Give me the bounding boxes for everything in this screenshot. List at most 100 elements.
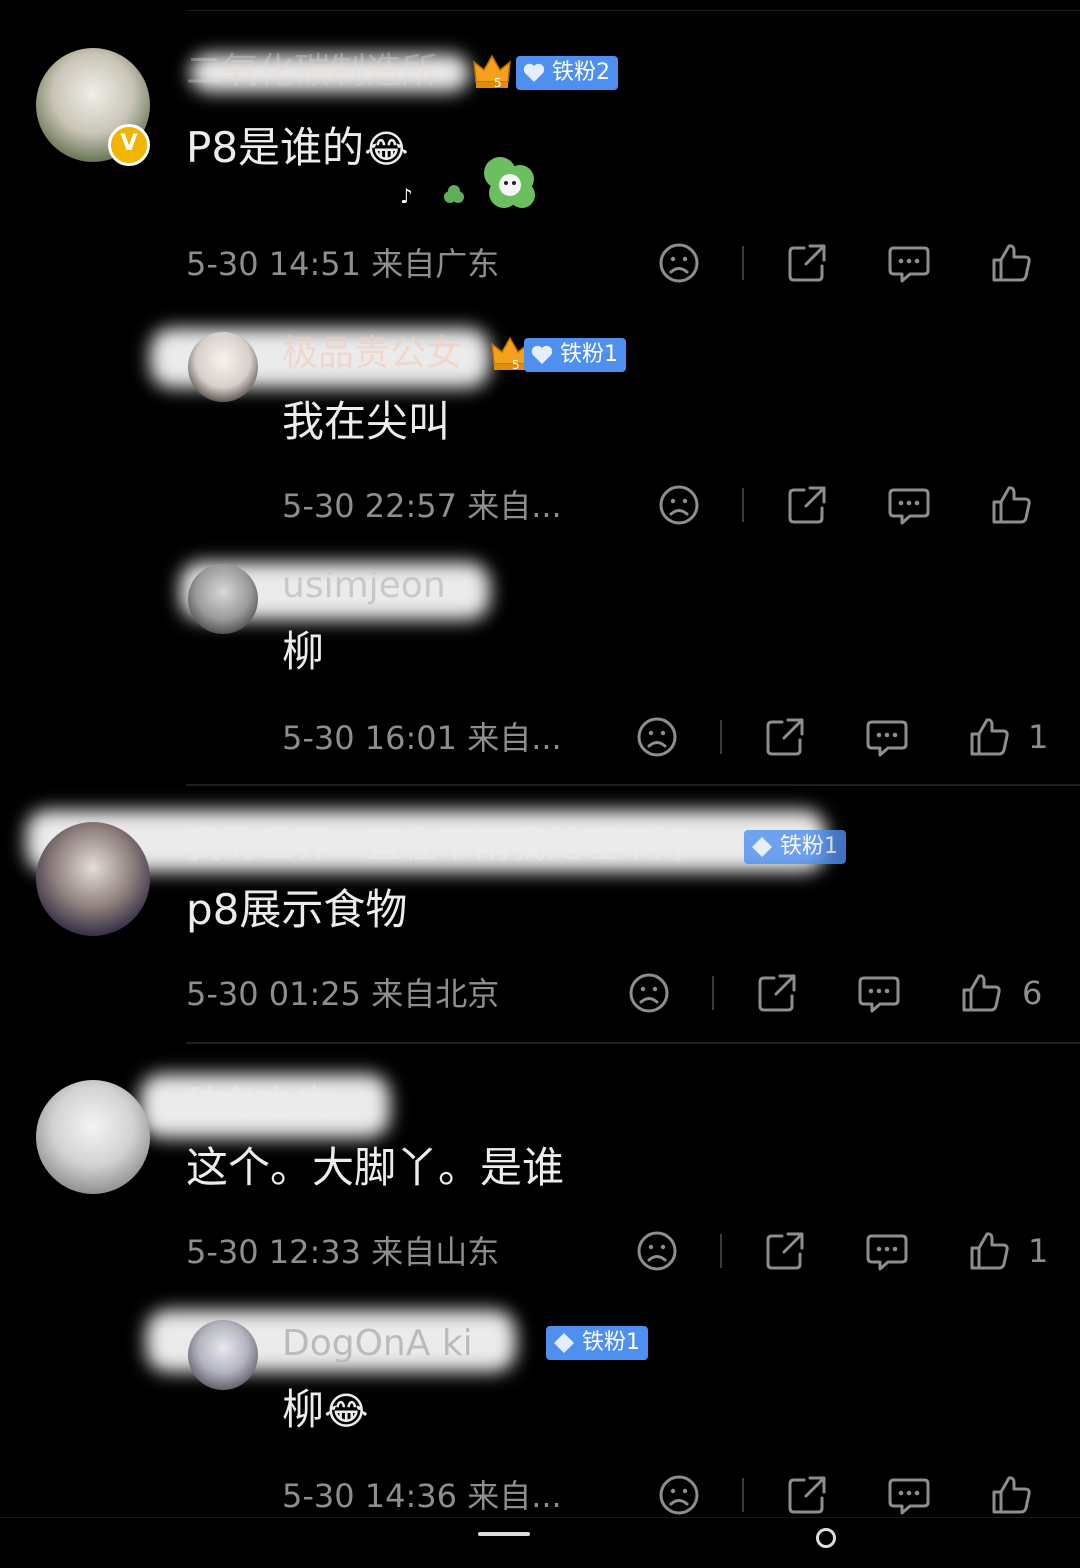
- heart-icon: [531, 345, 553, 364]
- sad-face-icon: [637, 717, 677, 757]
- action-bar: [656, 240, 1056, 286]
- comment-icon: [858, 976, 900, 1013]
- comment-icon: [888, 246, 930, 283]
- fan-badge: 铁粉2: [516, 56, 618, 90]
- timestamp: 5-30 14:51: [186, 245, 362, 283]
- like-button[interactable]: [966, 1228, 1012, 1274]
- comment-button[interactable]: [864, 714, 910, 760]
- like-button[interactable]: [958, 970, 1004, 1016]
- timestamp: 5-30 12:33: [186, 1233, 362, 1271]
- comment-text: 柳😂: [282, 1384, 368, 1437]
- avatar[interactable]: [188, 564, 258, 634]
- nav-dot-icon[interactable]: [816, 1528, 836, 1548]
- like-button[interactable]: [966, 714, 1012, 760]
- fan-badge: 铁粉1: [744, 830, 846, 864]
- comment-meta: 5-30 16:01 来自...: [282, 718, 562, 758]
- like-count: 1: [1028, 718, 1049, 756]
- share-icon: [788, 244, 826, 282]
- share-button[interactable]: [762, 714, 808, 760]
- badge-label: 铁粉1: [560, 342, 618, 367]
- svg-text:5: 5: [494, 76, 502, 90]
- separator: [712, 976, 714, 1010]
- sad-face-icon: [659, 485, 699, 525]
- dislike-button[interactable]: [634, 714, 680, 760]
- share-button[interactable]: [762, 1228, 808, 1274]
- comment-button[interactable]: [886, 1472, 932, 1518]
- comment-2: 我的世界一直在下雨我处理不好 铁粉1 p8展示食物 5-30 01:25 来自北…: [0, 790, 1080, 1040]
- verified-badge: V: [108, 124, 150, 166]
- like-button[interactable]: [988, 240, 1034, 286]
- sad-face-icon: [629, 973, 669, 1013]
- separator: [742, 1478, 744, 1512]
- dislike-button[interactable]: [626, 970, 672, 1016]
- separator: [742, 246, 744, 280]
- username[interactable]: 珀冬之痕: [186, 1082, 330, 1126]
- clover-sticker-icon: ♪: [400, 157, 535, 208]
- like-button[interactable]: [988, 1472, 1034, 1518]
- thumbs-up-icon: [992, 244, 1031, 282]
- dislike-button[interactable]: [656, 482, 702, 528]
- comment-text-body: P8是谁的: [186, 123, 365, 172]
- avatar[interactable]: [188, 332, 258, 402]
- username[interactable]: DogOnA ki: [282, 1322, 473, 1366]
- svg-text:♪: ♪: [400, 184, 413, 208]
- laughing-emoji-icon: 😂: [324, 1389, 369, 1433]
- fan-badge: 铁粉1: [546, 1326, 648, 1360]
- share-button[interactable]: [784, 482, 830, 528]
- nav-handle[interactable]: [478, 1532, 530, 1536]
- comment-text: p8展示食物: [186, 885, 408, 934]
- username[interactable]: 极品贵公女: [282, 332, 462, 376]
- timestamp: 5-30 14:36: [282, 1477, 458, 1515]
- comment-icon: [888, 488, 930, 525]
- avatar[interactable]: [36, 822, 150, 936]
- share-icon: [766, 718, 804, 756]
- username[interactable]: 二氧化碳制造所: [186, 50, 438, 94]
- location: 来自...: [467, 1477, 562, 1515]
- comment-meta: 5-30 12:33 来自山东: [186, 1232, 499, 1272]
- share-icon: [788, 486, 826, 524]
- location: 来自山东: [371, 1233, 500, 1271]
- crown-icon: 5: [473, 54, 511, 90]
- comment-meta: 5-30 22:57 来自...: [282, 486, 562, 526]
- comment-text: 这个。大脚丫。是谁: [186, 1143, 565, 1192]
- dislike-button[interactable]: [656, 1472, 702, 1518]
- share-button[interactable]: [754, 970, 800, 1016]
- separator: [742, 488, 744, 522]
- comment-button[interactable]: [886, 482, 932, 528]
- share-button[interactable]: [784, 240, 830, 286]
- sad-face-icon: [659, 1475, 699, 1515]
- action-bar: 6: [626, 970, 1056, 1016]
- svg-text:5: 5: [512, 358, 520, 372]
- fan-badge: 铁粉1: [524, 338, 626, 372]
- separator: [720, 720, 722, 754]
- reply-1-1: 极品贵公女 5 铁粉1 我在尖叫 5-30 22:57 来自...: [0, 300, 1080, 540]
- location: 来自广东: [371, 245, 500, 283]
- dislike-button[interactable]: [656, 240, 702, 286]
- action-bar: [656, 1472, 1056, 1518]
- share-icon: [766, 1232, 804, 1270]
- comment-meta: 5-30 01:25 来自北京: [186, 974, 499, 1014]
- bottom-navbar: [0, 1517, 1080, 1568]
- username[interactable]: usimjeon: [282, 564, 446, 608]
- divider: [186, 784, 1080, 786]
- share-button[interactable]: [784, 1472, 830, 1518]
- thumbs-up-icon: [970, 718, 1009, 756]
- comment-3: 珀冬之痕 这个。大脚丫。是谁 5-30 12:33 来自山东 1: [0, 1048, 1080, 1298]
- comment-button[interactable]: [886, 240, 932, 286]
- dislike-button[interactable]: [634, 1228, 680, 1274]
- comment-text: 我在尖叫: [282, 397, 451, 446]
- comment-meta: 5-30 14:36 来自...: [282, 1476, 562, 1516]
- comment-text-body: 柳: [282, 1385, 325, 1434]
- comment-button[interactable]: [856, 970, 902, 1016]
- badge-label: 铁粉1: [780, 834, 838, 859]
- comment-text: P8是谁的😂: [186, 122, 408, 175]
- avatar[interactable]: [36, 1080, 150, 1194]
- avatar[interactable]: [188, 1320, 258, 1390]
- thumbs-up-icon: [992, 1476, 1031, 1514]
- comment-icon: [866, 720, 908, 757]
- divider: [186, 1042, 1080, 1044]
- badge-label: 铁粉1: [582, 1330, 640, 1355]
- comment-button[interactable]: [864, 1228, 910, 1274]
- like-button[interactable]: [988, 482, 1034, 528]
- username[interactable]: 我的世界一直在下雨我处理不好: [186, 824, 690, 868]
